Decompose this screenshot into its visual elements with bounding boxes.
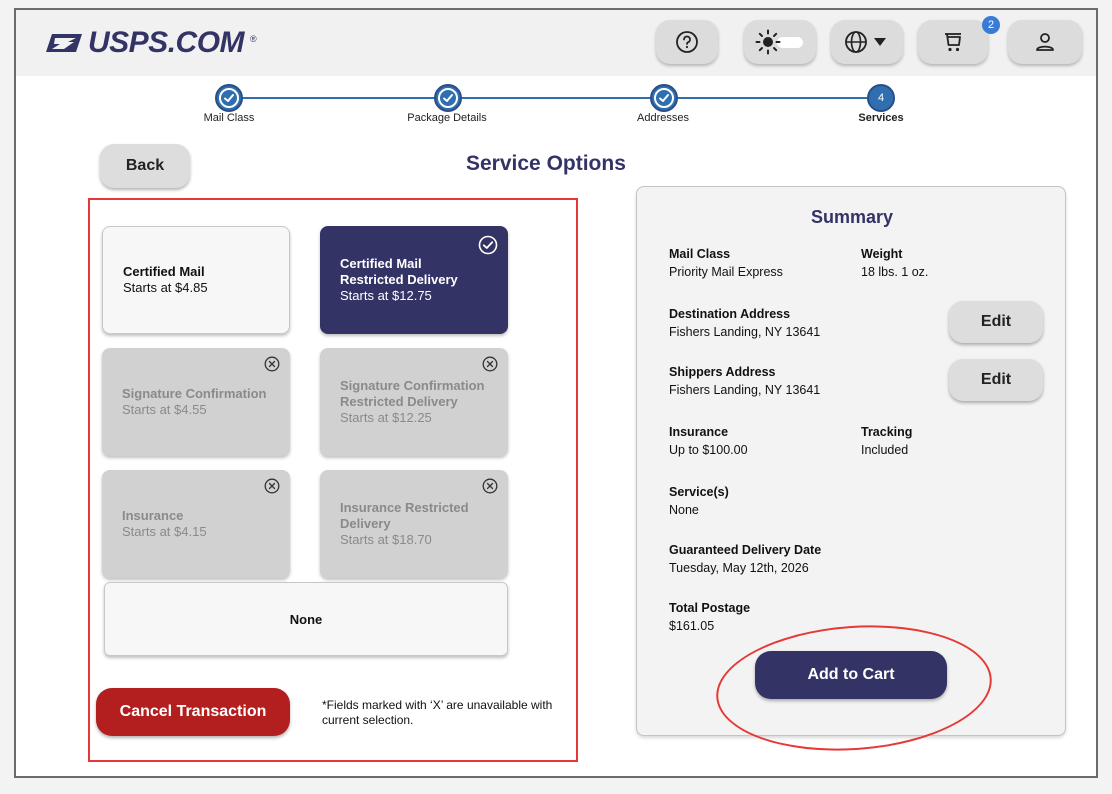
option-insurance-restricted-delivery: Insurance Restricted Delivery Starts at … <box>320 470 508 578</box>
edit-destination-button[interactable]: Edit <box>949 301 1043 343</box>
option-title: Certified Mail Restricted Delivery <box>340 256 458 287</box>
field-value: Included <box>861 443 909 457</box>
sun-toggle-icon <box>755 29 803 55</box>
field-value: Tuesday, May 12th, 2026 <box>669 561 809 575</box>
field-label: Insurance <box>669 425 729 439</box>
summary-services: Service(s) None <box>669 483 729 519</box>
step-addresses-dot[interactable] <box>650 84 678 112</box>
option-signature-confirmation: Signature Confirmation Starts at $4.55 <box>102 348 290 456</box>
option-title: Certified Mail <box>123 264 205 279</box>
step-connector <box>677 97 867 99</box>
cart-count-badge: 2 <box>982 16 1000 34</box>
selected-check-icon <box>478 235 498 255</box>
step-connector <box>242 97 435 99</box>
option-title: Insurance <box>122 508 184 523</box>
field-label: Mail Class <box>669 247 731 261</box>
option-price: Starts at $18.70 <box>340 532 432 547</box>
user-icon <box>1036 33 1054 51</box>
option-price: Starts at $12.75 <box>340 288 432 303</box>
app-frame: USPS.COM ® 2 4 Mail Class Package Detail… <box>14 8 1098 778</box>
option-price: Starts at $12.25 <box>340 410 432 425</box>
summary-delivery-date: Guaranteed Delivery Date Tuesday, May 12… <box>669 541 821 577</box>
top-header: USPS.COM ® 2 <box>16 10 1096 76</box>
field-value: Priority Mail Express <box>669 265 783 279</box>
summary-mail-class: Mail Class Priority Mail Express <box>669 245 783 281</box>
option-title: Signature Confirmation Restricted Delive… <box>340 378 485 409</box>
field-value: $161.05 <box>669 619 715 633</box>
add-to-cart-button[interactable]: Add to Cart <box>755 651 947 699</box>
registered-mark: ® <box>250 34 257 44</box>
field-label: Tracking <box>861 425 913 439</box>
step-services-dot: 4 <box>867 84 895 112</box>
summary-total-postage: Total Postage $161.05 <box>669 599 750 635</box>
unavailable-x-icon <box>482 356 498 372</box>
page-title: Service Options <box>466 152 626 175</box>
theme-toggle-button[interactable] <box>744 20 816 64</box>
option-signature-confirmation-restricted-delivery: Signature Confirmation Restricted Delive… <box>320 348 508 456</box>
step-connector <box>461 97 651 99</box>
option-price: Starts at $4.55 <box>122 402 207 417</box>
field-value: Up to $100.00 <box>669 443 748 457</box>
unavailable-note: *Fields marked with ‘X’ are unavailable … <box>322 698 553 727</box>
option-none[interactable]: None <box>104 582 508 656</box>
field-value: Fishers Landing, NY 13641 <box>669 383 821 397</box>
check-icon <box>224 94 234 102</box>
summary-tracking: Tracking Included <box>861 423 912 459</box>
summary-destination-address: Destination Address Fishers Landing, NY … <box>669 305 820 341</box>
unavailable-x-icon <box>264 478 280 494</box>
option-title: Signature Confirmation <box>122 386 267 401</box>
step-mail-class-dot[interactable] <box>215 84 243 112</box>
option-certified-mail-restricted-delivery[interactable]: Certified Mail Restricted Delivery Start… <box>320 226 508 334</box>
step-package-details-dot[interactable] <box>434 84 462 112</box>
option-title: Insurance Restricted Delivery <box>340 500 469 531</box>
eagle-logo-icon <box>46 34 82 52</box>
option-price: Starts at $4.15 <box>122 524 207 539</box>
language-button[interactable] <box>831 20 903 64</box>
step-label-addresses: Addresses <box>637 112 689 124</box>
check-icon <box>443 94 453 102</box>
cart-button[interactable]: 2 <box>918 16 1000 64</box>
globe-icon <box>845 31 886 53</box>
field-value: Fishers Landing, NY 13641 <box>669 325 821 339</box>
step-number: 4 <box>877 92 885 104</box>
option-price: Starts at $4.85 <box>123 280 208 295</box>
service-options-panel: Certified Mail Starts at $4.85 Certified… <box>88 198 578 762</box>
cart-icon <box>945 33 961 52</box>
account-button[interactable] <box>1008 20 1082 64</box>
back-button[interactable]: Back <box>100 144 190 188</box>
logo-text: USPS.COM <box>88 26 245 59</box>
step-label-services: Services <box>858 112 904 124</box>
summary-title: Summary <box>810 207 894 227</box>
field-label: Destination Address <box>669 307 791 321</box>
unavailable-x-icon <box>482 478 498 494</box>
step-label-package-details: Package Details <box>407 112 487 124</box>
summary-panel: Summary Mail Class Priority Mail Express… <box>636 186 1066 736</box>
summary-insurance: Insurance Up to $100.00 <box>669 423 748 459</box>
cancel-transaction-button[interactable]: Cancel Transaction <box>96 688 290 736</box>
unavailable-x-icon <box>264 356 280 372</box>
step-label-mail-class: Mail Class <box>203 112 255 124</box>
field-label: Guaranteed Delivery Date <box>669 543 822 557</box>
field-label: Weight <box>861 247 903 261</box>
summary-shippers-address: Shippers Address Fishers Landing, NY 136… <box>669 363 820 399</box>
field-label: Total Postage <box>669 601 751 615</box>
summary-weight: Weight 18 lbs. 1 oz. <box>861 245 928 281</box>
edit-shippers-button[interactable]: Edit <box>949 359 1043 401</box>
help-circle-icon <box>676 31 698 53</box>
field-value: None <box>669 503 699 517</box>
option-certified-mail[interactable]: Certified Mail Starts at $4.85 <box>102 226 290 334</box>
field-value: 18 lbs. 1 oz. <box>861 265 929 279</box>
check-icon <box>659 94 669 102</box>
option-insurance: Insurance Starts at $4.15 <box>102 470 290 578</box>
usps-logo[interactable]: USPS.COM ® <box>46 26 257 59</box>
field-label: Service(s) <box>669 485 729 499</box>
progress-stepper: 4 Mail Class Package Details Addresses S… <box>16 76 1096 130</box>
help-button[interactable] <box>656 20 718 64</box>
field-label: Shippers Address <box>669 365 776 379</box>
